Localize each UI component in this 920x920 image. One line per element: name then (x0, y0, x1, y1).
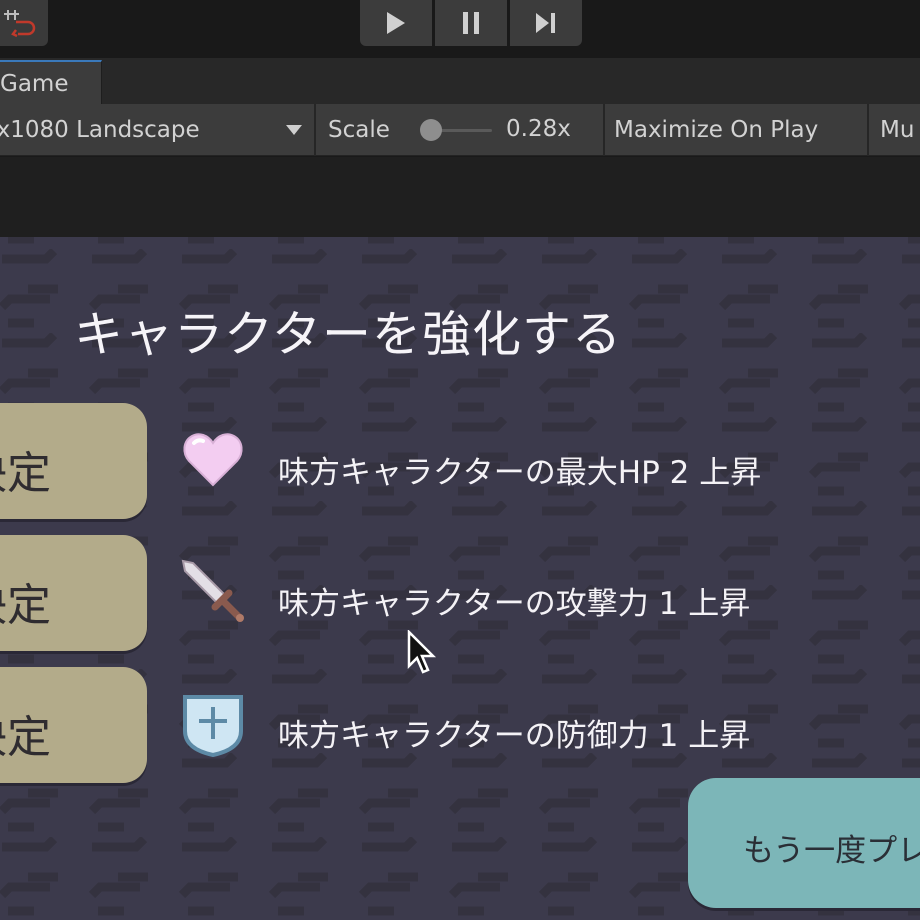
scale-label: Scale (328, 117, 390, 143)
play-again-label: もう一度プレイ (743, 833, 920, 869)
pause-button[interactable] (435, 0, 507, 46)
game-view: キャラクターを強化する 決定 味方キャラクターの最大HP 2 上昇 決定 味方キ… (0, 237, 920, 920)
layout-button[interactable] (0, 0, 48, 46)
mouse-cursor-icon (407, 630, 437, 674)
pause-icon (463, 12, 479, 34)
upgrade-title: キャラクターを強化する (74, 306, 623, 363)
option-text-defense: 味方キャラクターの防御力 1 上昇 (278, 718, 751, 754)
play-again-button[interactable]: もう一度プレイ (688, 778, 920, 908)
select-button-label: 決定 (0, 448, 51, 499)
editor-tabbar: Game (0, 58, 920, 104)
playback-controls (360, 0, 582, 46)
editor-toolbar (0, 0, 920, 58)
shield-icon (183, 695, 243, 757)
game-view-letterbox (0, 157, 920, 237)
mute-label: Mu (880, 117, 915, 143)
option-text-attack: 味方キャラクターの攻撃力 1 上昇 (278, 586, 751, 622)
resolution-dropdown[interactable]: 0x1080 Landscape (0, 104, 312, 156)
step-icon (536, 13, 555, 33)
scale-value: 0.28x (506, 116, 571, 142)
maximize-on-play-toggle[interactable]: Maximize On Play (614, 104, 818, 156)
maximize-label: Maximize On Play (614, 117, 819, 143)
tab-game-label: Game (0, 71, 69, 97)
select-button-label: 決定 (0, 712, 51, 763)
option-text-hp: 味方キャラクターの最大HP 2 上昇 (278, 455, 762, 491)
layout-icon (4, 10, 36, 38)
select-button-label: 決定 (0, 580, 51, 631)
select-button-defense[interactable]: 決定 (0, 667, 147, 783)
resolution-label: 0x1080 Landscape (0, 117, 200, 143)
separator (867, 104, 869, 156)
scale-slider-thumb[interactable] (420, 119, 442, 141)
tab-game[interactable]: Game (0, 60, 102, 104)
separator (314, 104, 316, 156)
select-button-hp[interactable]: 決定 (0, 403, 147, 519)
sword-icon (181, 559, 244, 622)
step-button[interactable] (510, 0, 582, 46)
mute-audio-toggle[interactable]: Mu (880, 104, 914, 156)
chevron-down-icon (286, 125, 302, 135)
select-button-attack[interactable]: 決定 (0, 535, 147, 651)
separator (603, 104, 605, 156)
heart-icon (183, 433, 243, 487)
scale-control: Scale 0.28x (328, 104, 598, 156)
play-icon (387, 12, 405, 34)
game-view-controlbar: 0x1080 Landscape Scale 0.28x Maximize On… (0, 104, 920, 156)
play-button[interactable] (360, 0, 432, 46)
